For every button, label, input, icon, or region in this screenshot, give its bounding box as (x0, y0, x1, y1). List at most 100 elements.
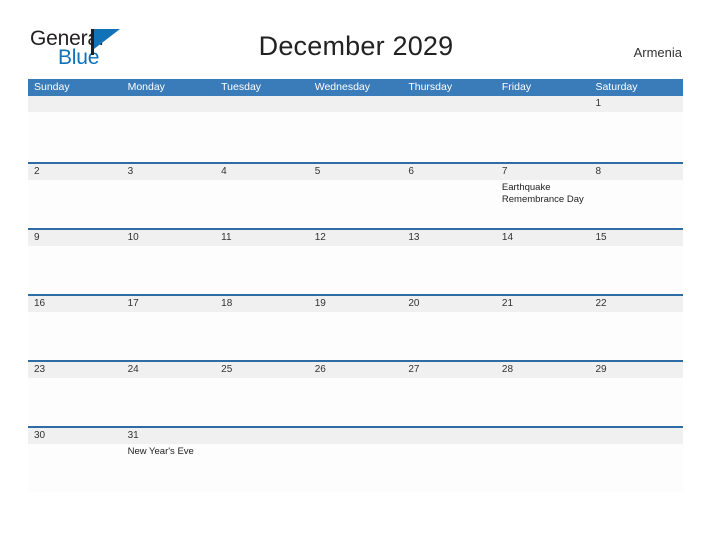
day-number[interactable]: 17 (122, 296, 216, 312)
day-number[interactable]: 22 (589, 296, 683, 312)
day-cell[interactable] (215, 112, 309, 160)
day-number[interactable]: 5 (309, 164, 403, 180)
calendar-page: General Blue December 2029 Armenia Sunda… (0, 0, 712, 550)
day-number-empty (589, 428, 683, 444)
day-cell[interactable] (122, 180, 216, 228)
day-cell[interactable] (309, 112, 403, 160)
day-cell[interactable] (402, 180, 496, 228)
day-number[interactable]: 24 (122, 362, 216, 378)
day-cell[interactable] (28, 246, 122, 294)
day-number[interactable]: 16 (28, 296, 122, 312)
calendar-grid: Sunday Monday Tuesday Wednesday Thursday… (28, 79, 683, 492)
week-date-number-band: 2345678 (28, 164, 683, 180)
day-cell[interactable] (402, 112, 496, 160)
day-cell[interactable] (589, 312, 683, 360)
day-cell[interactable] (496, 246, 590, 294)
day-cell[interactable] (215, 246, 309, 294)
day-cell[interactable] (589, 444, 683, 492)
day-cell[interactable] (215, 444, 309, 492)
page-header: General Blue December 2029 Armenia (0, 0, 712, 78)
day-cell[interactable] (28, 112, 122, 160)
day-number[interactable]: 8 (589, 164, 683, 180)
day-number[interactable]: 7 (496, 164, 590, 180)
day-number-empty (402, 96, 496, 112)
day-cell[interactable] (589, 112, 683, 160)
day-number[interactable]: 30 (28, 428, 122, 444)
day-cell[interactable]: New Year's Eve (122, 444, 216, 492)
calendar-weeks: 1 2 3 4 5 6 7 8 Earthquake Remembrance Day 9 10 11 1… (28, 96, 683, 492)
week-date-number-band: 1 (28, 96, 683, 112)
day-cell[interactable] (215, 180, 309, 228)
day-number[interactable]: 21 (496, 296, 590, 312)
day-cell[interactable] (496, 444, 590, 492)
week-event-band: New Year's Eve (28, 444, 683, 492)
week-event-band (28, 312, 683, 360)
day-cell[interactable] (122, 246, 216, 294)
calendar-week-row: 9 10 11 12 13 14 15 (28, 228, 683, 294)
day-number[interactable]: 1 (589, 96, 683, 112)
day-cell[interactable] (215, 378, 309, 426)
day-cell[interactable] (122, 378, 216, 426)
day-number[interactable]: 18 (215, 296, 309, 312)
day-number[interactable]: 19 (309, 296, 403, 312)
day-cell[interactable] (496, 378, 590, 426)
day-number[interactable]: 6 (402, 164, 496, 180)
day-cell[interactable] (122, 312, 216, 360)
day-cell[interactable] (122, 112, 216, 160)
week-event-band (28, 246, 683, 294)
day-number[interactable]: 31 (122, 428, 216, 444)
day-number[interactable]: 12 (309, 230, 403, 246)
day-number[interactable]: 11 (215, 230, 309, 246)
day-cell[interactable] (589, 378, 683, 426)
day-number-empty (309, 428, 403, 444)
day-cell[interactable] (402, 312, 496, 360)
calendar-week-row: 23 24 25 26 27 28 29 (28, 360, 683, 426)
weekday-header-tuesday: Tuesday (221, 81, 262, 93)
day-number[interactable]: 28 (496, 362, 590, 378)
week-event-band: Earthquake Remembrance Day (28, 180, 683, 228)
day-cell[interactable] (309, 246, 403, 294)
day-cell[interactable] (28, 180, 122, 228)
day-number[interactable]: 9 (28, 230, 122, 246)
day-number[interactable]: 14 (496, 230, 590, 246)
week-event-band (28, 112, 683, 160)
day-cell[interactable] (402, 444, 496, 492)
day-number[interactable]: 15 (589, 230, 683, 246)
day-cell[interactable] (496, 112, 590, 160)
day-number[interactable]: 10 (122, 230, 216, 246)
day-cell[interactable] (309, 312, 403, 360)
day-cell[interactable] (402, 378, 496, 426)
day-cell[interactable] (309, 180, 403, 228)
day-number[interactable]: 25 (215, 362, 309, 378)
day-number[interactable]: 3 (122, 164, 216, 180)
day-cell[interactable] (589, 180, 683, 228)
day-cell[interactable] (309, 378, 403, 426)
day-cell[interactable]: Earthquake Remembrance Day (496, 180, 590, 228)
day-cell[interactable] (496, 312, 590, 360)
day-number[interactable]: 26 (309, 362, 403, 378)
day-cell[interactable] (215, 312, 309, 360)
day-cell[interactable] (28, 312, 122, 360)
page-title: December 2029 (258, 31, 454, 61)
day-number[interactable]: 2 (28, 164, 122, 180)
day-number[interactable]: 29 (589, 362, 683, 378)
holiday-event-label: Earthquake Remembrance Day (501, 182, 584, 205)
day-number[interactable]: 4 (215, 164, 309, 180)
day-cell[interactable] (309, 444, 403, 492)
day-cell[interactable] (28, 378, 122, 426)
day-number[interactable]: 20 (402, 296, 496, 312)
day-number-empty (215, 428, 309, 444)
day-number-empty (28, 96, 122, 112)
weekday-header-thursday: Thursday (408, 81, 453, 93)
day-number-empty (122, 96, 216, 112)
day-number[interactable]: 27 (402, 362, 496, 378)
day-cell[interactable] (28, 444, 122, 492)
day-cell[interactable] (402, 246, 496, 294)
day-number[interactable]: 13 (402, 230, 496, 246)
week-date-number-band: 9 10 11 12 13 14 15 (28, 230, 683, 246)
weekday-header-sunday: Sunday (34, 81, 70, 93)
day-number[interactable]: 23 (28, 362, 122, 378)
weekday-header-row: Sunday Monday Tuesday Wednesday Thursday… (28, 79, 683, 96)
day-cell[interactable] (589, 246, 683, 294)
day-number-empty (215, 96, 309, 112)
